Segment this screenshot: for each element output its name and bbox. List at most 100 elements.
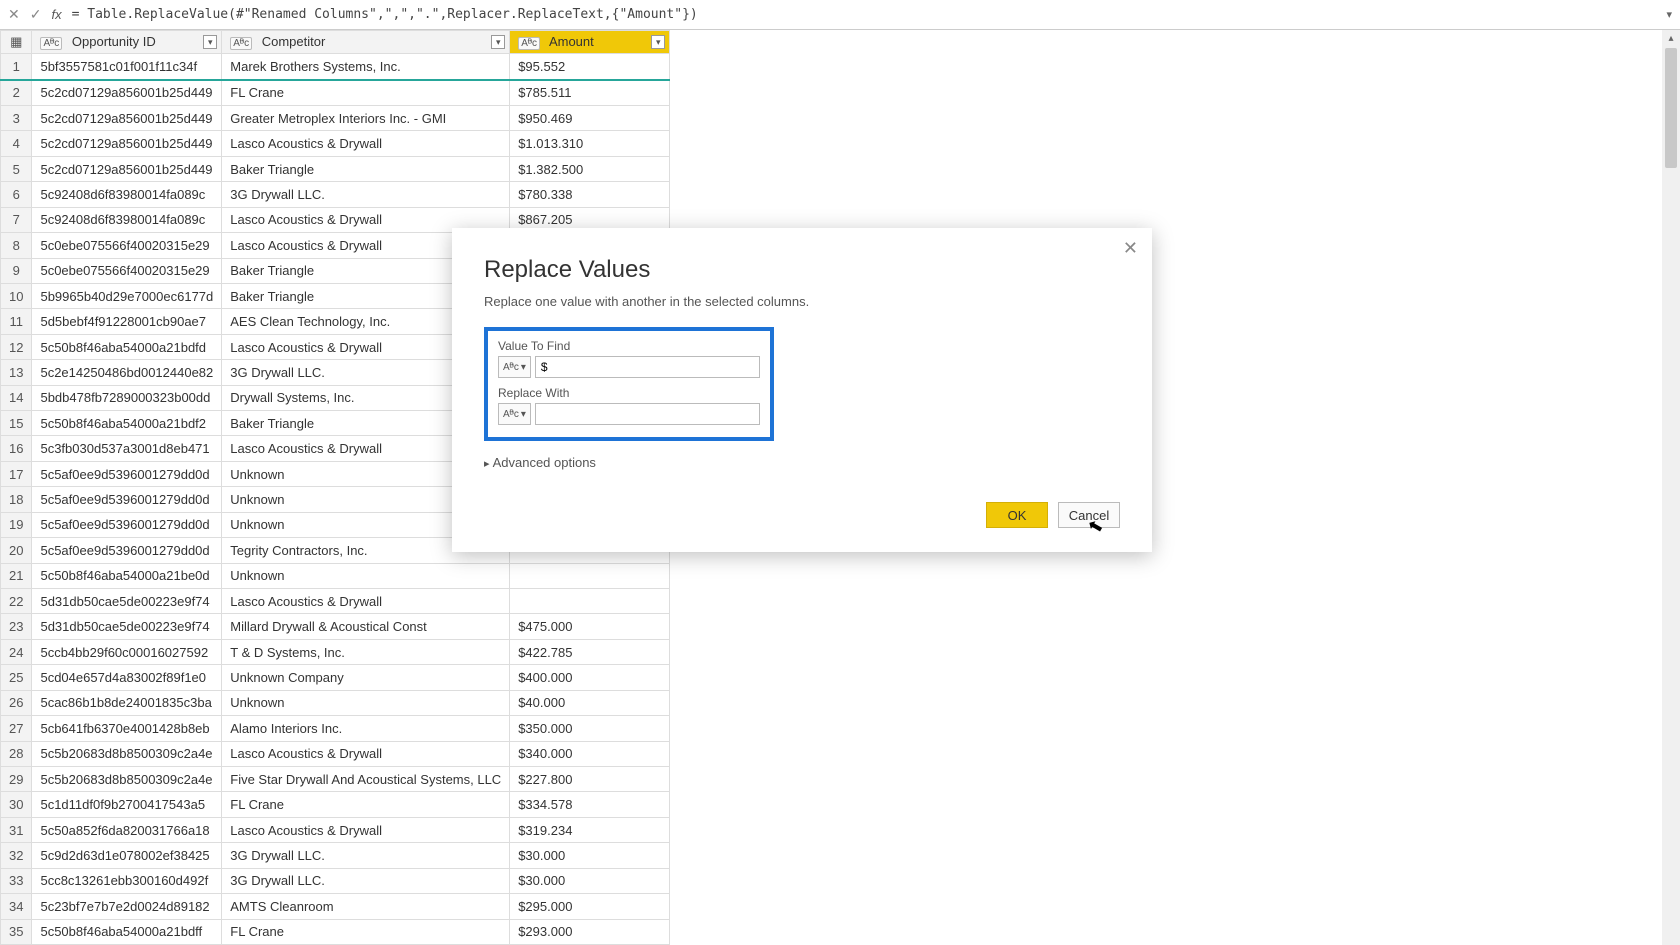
cell-amount[interactable]: $95.552 xyxy=(510,54,670,80)
filter-dropdown-icon[interactable]: ▾ xyxy=(651,35,665,49)
cell-opportunity-id[interactable]: 5c2e14250486bd0012440e82 xyxy=(32,360,222,385)
cancel-formula-icon[interactable]: ✕ xyxy=(8,6,20,23)
cell-competitor[interactable]: Lasco Acoustics & Drywall xyxy=(222,817,510,842)
ok-button[interactable]: OK xyxy=(986,502,1048,528)
cell-competitor[interactable]: Marek Brothers Systems, Inc. xyxy=(222,54,510,80)
cell-opportunity-id[interactable]: 5c3fb030d537a3001d8eb471 xyxy=(32,436,222,461)
cell-amount[interactable]: $293.000 xyxy=(510,919,670,945)
cell-opportunity-id[interactable]: 5d31db50cae5de00223e9f74 xyxy=(32,614,222,639)
cell-competitor[interactable]: Lasco Acoustics & Drywall xyxy=(222,131,510,156)
cell-competitor[interactable]: Millard Drywall & Acoustical Const xyxy=(222,614,510,639)
cell-competitor[interactable]: Five Star Drywall And Acoustical Systems… xyxy=(222,766,510,791)
cell-amount[interactable] xyxy=(510,563,670,588)
vertical-scrollbar[interactable]: ▴ xyxy=(1662,30,1680,945)
cell-opportunity-id[interactable]: 5ccb4bb29f60c00016027592 xyxy=(32,639,222,664)
cell-opportunity-id[interactable]: 5c2cd07129a856001b25d449 xyxy=(32,131,222,156)
cell-competitor[interactable]: Baker Triangle xyxy=(222,156,510,181)
cell-opportunity-id[interactable]: 5c5af0ee9d5396001279dd0d xyxy=(32,512,222,537)
table-row[interactable]: 345c23bf7e7b7e2d0024d89182AMTS Cleanroom… xyxy=(1,894,670,919)
table-row[interactable]: 265cac86b1b8de24001835c3baUnknown$40.000 xyxy=(1,690,670,715)
cancel-button[interactable]: Cancel xyxy=(1058,502,1120,528)
column-header-amount[interactable]: Aᴯc Amount ▾ xyxy=(510,31,670,54)
cell-amount[interactable]: $400.000 xyxy=(510,665,670,690)
cell-amount[interactable] xyxy=(510,589,670,614)
scroll-up-icon[interactable]: ▴ xyxy=(1662,30,1680,48)
cell-competitor[interactable]: Alamo Interiors Inc. xyxy=(222,716,510,741)
table-row[interactable]: 225d31db50cae5de00223e9f74Lasco Acoustic… xyxy=(1,589,670,614)
table-row[interactable]: 315c50a852f6da820031766a18Lasco Acoustic… xyxy=(1,817,670,842)
cell-opportunity-id[interactable]: 5c5b20683d8b8500309c2a4e xyxy=(32,766,222,791)
cell-amount[interactable]: $334.578 xyxy=(510,792,670,817)
cell-competitor[interactable]: FL Crane xyxy=(222,792,510,817)
filter-dropdown-icon[interactable]: ▾ xyxy=(491,35,505,49)
cell-amount[interactable]: $780.338 xyxy=(510,182,670,207)
cell-amount[interactable]: $30.000 xyxy=(510,843,670,868)
cell-competitor[interactable]: FL Crane xyxy=(222,80,510,106)
table-row[interactable]: 355c50b8f46aba54000a21bdffFL Crane$293.0… xyxy=(1,919,670,945)
cell-amount[interactable]: $350.000 xyxy=(510,716,670,741)
cell-amount[interactable]: $227.800 xyxy=(510,766,670,791)
cell-amount[interactable]: $475.000 xyxy=(510,614,670,639)
table-row[interactable]: 45c2cd07129a856001b25d449Lasco Acoustics… xyxy=(1,131,670,156)
cell-competitor[interactable]: Unknown xyxy=(222,690,510,715)
cell-amount[interactable]: $295.000 xyxy=(510,894,670,919)
replace-with-input[interactable] xyxy=(535,403,760,425)
find-type-dropdown[interactable]: Aᴯc ▾ xyxy=(498,356,531,378)
cell-opportunity-id[interactable]: 5c92408d6f83980014fa089c xyxy=(32,182,222,207)
cell-opportunity-id[interactable]: 5cc8c13261ebb300160d492f xyxy=(32,868,222,893)
cell-opportunity-id[interactable]: 5c2cd07129a856001b25d449 xyxy=(32,156,222,181)
cell-opportunity-id[interactable]: 5c5af0ee9d5396001279dd0d xyxy=(32,538,222,563)
cell-competitor[interactable]: Lasco Acoustics & Drywall xyxy=(222,741,510,766)
cell-amount[interactable]: $785.511 xyxy=(510,80,670,106)
cell-opportunity-id[interactable]: 5c5af0ee9d5396001279dd0d xyxy=(32,461,222,486)
cell-opportunity-id[interactable]: 5c9d2d63d1e078002ef38425 xyxy=(32,843,222,868)
cell-competitor[interactable]: FL Crane xyxy=(222,919,510,945)
cell-opportunity-id[interactable]: 5c1d11df0f9b2700417543a5 xyxy=(32,792,222,817)
replace-type-dropdown[interactable]: Aᴯc ▾ xyxy=(498,403,531,425)
cell-competitor[interactable]: 3G Drywall LLC. xyxy=(222,843,510,868)
cell-amount[interactable]: $40.000 xyxy=(510,690,670,715)
cell-opportunity-id[interactable]: 5c2cd07129a856001b25d449 xyxy=(32,106,222,131)
cell-opportunity-id[interactable]: 5cb641fb6370e4001428b8eb xyxy=(32,716,222,741)
table-row[interactable]: 35c2cd07129a856001b25d449Greater Metropl… xyxy=(1,106,670,131)
cell-opportunity-id[interactable]: 5c0ebe075566f40020315e29 xyxy=(32,258,222,283)
cell-amount[interactable]: $340.000 xyxy=(510,741,670,766)
corner-cell[interactable]: ▦ xyxy=(1,31,32,54)
formula-input[interactable]: = Table.ReplaceValue(#"Renamed Columns",… xyxy=(72,7,1657,22)
cell-competitor[interactable]: T & D Systems, Inc. xyxy=(222,639,510,664)
cell-amount[interactable]: $950.469 xyxy=(510,106,670,131)
table-row[interactable]: 305c1d11df0f9b2700417543a5FL Crane$334.5… xyxy=(1,792,670,817)
cell-opportunity-id[interactable]: 5bdb478fb7289000323b00dd xyxy=(32,385,222,410)
cell-opportunity-id[interactable]: 5c50b8f46aba54000a21bdff xyxy=(32,919,222,945)
table-row[interactable]: 245ccb4bb29f60c00016027592T & D Systems,… xyxy=(1,639,670,664)
cell-competitor[interactable]: 3G Drywall LLC. xyxy=(222,868,510,893)
table-row[interactable]: 285c5b20683d8b8500309c2a4eLasco Acoustic… xyxy=(1,741,670,766)
column-header-competitor[interactable]: Aᴯc Competitor ▾ xyxy=(222,31,510,54)
filter-dropdown-icon[interactable]: ▾ xyxy=(203,35,217,49)
table-row[interactable]: 65c92408d6f83980014fa089c3G Drywall LLC.… xyxy=(1,182,670,207)
cell-opportunity-id[interactable]: 5c50b8f46aba54000a21be0d xyxy=(32,563,222,588)
cell-competitor[interactable]: Unknown xyxy=(222,563,510,588)
cell-amount[interactable]: $319.234 xyxy=(510,817,670,842)
cell-amount[interactable]: $1.382.500 xyxy=(510,156,670,181)
cell-opportunity-id[interactable]: 5d31db50cae5de00223e9f74 xyxy=(32,589,222,614)
cell-opportunity-id[interactable]: 5c5b20683d8b8500309c2a4e xyxy=(32,741,222,766)
cell-opportunity-id[interactable]: 5bf3557581c01f001f11c34f xyxy=(32,54,222,80)
table-row[interactable]: 55c2cd07129a856001b25d449Baker Triangle$… xyxy=(1,156,670,181)
table-row[interactable]: 325c9d2d63d1e078002ef384253G Drywall LLC… xyxy=(1,843,670,868)
close-icon[interactable]: ✕ xyxy=(1123,238,1138,259)
cell-opportunity-id[interactable]: 5c0ebe075566f40020315e29 xyxy=(32,233,222,258)
cell-competitor[interactable]: 3G Drywall LLC. xyxy=(222,182,510,207)
accept-formula-icon[interactable]: ✓ xyxy=(30,6,42,23)
table-row[interactable]: 25c2cd07129a856001b25d449FL Crane$785.51… xyxy=(1,80,670,106)
cell-competitor[interactable]: Greater Metroplex Interiors Inc. - GMI xyxy=(222,106,510,131)
cell-opportunity-id[interactable]: 5c2cd07129a856001b25d449 xyxy=(32,80,222,106)
scroll-thumb[interactable] xyxy=(1665,48,1677,168)
table-row[interactable]: 255cd04e657d4a83002f89f1e0Unknown Compan… xyxy=(1,665,670,690)
cell-opportunity-id[interactable]: 5cd04e657d4a83002f89f1e0 xyxy=(32,665,222,690)
cell-opportunity-id[interactable]: 5c50a852f6da820031766a18 xyxy=(32,817,222,842)
table-row[interactable]: 295c5b20683d8b8500309c2a4eFive Star Dryw… xyxy=(1,766,670,791)
cell-amount[interactable]: $422.785 xyxy=(510,639,670,664)
cell-opportunity-id[interactable]: 5c5af0ee9d5396001279dd0d xyxy=(32,487,222,512)
column-header-opportunity-id[interactable]: Aᴯc Opportunity ID ▾ xyxy=(32,31,222,54)
